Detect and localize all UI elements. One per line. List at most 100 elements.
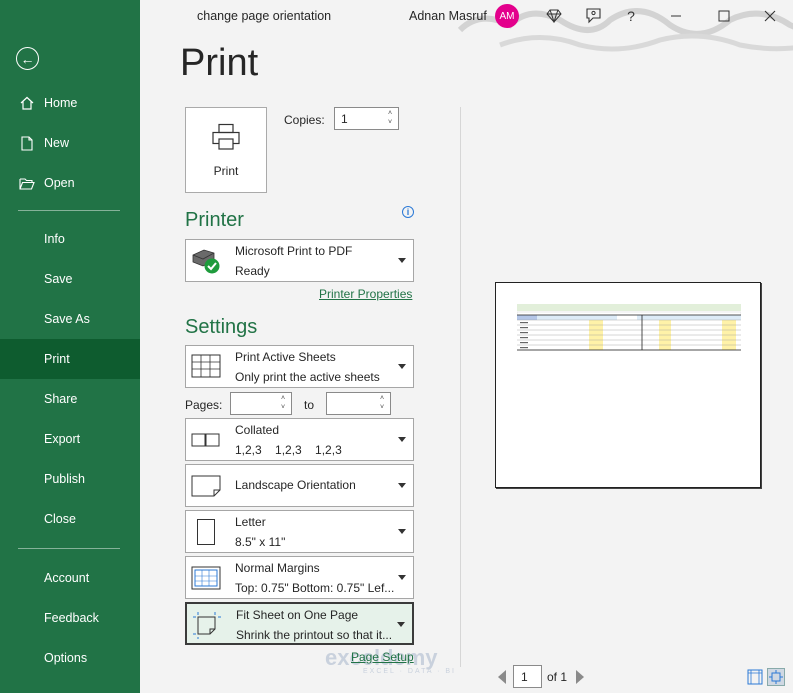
scaling-dropdown[interactable]: Fit Sheet on One Page Shrink the printou… [185,602,414,645]
next-page-icon[interactable] [576,670,584,684]
sidebar-item-label: Publish [44,472,85,486]
diamond-icon[interactable] [544,6,564,26]
sidebar-item-label: Export [44,432,81,446]
printer-heading: Printer [185,209,244,231]
copies-value: 1 [341,112,348,126]
chevron-down-icon [398,529,406,534]
print-button-label: Print [213,163,239,178]
print-button[interactable]: Print [185,107,267,193]
page-count: of 1 [547,670,568,684]
spin-arrows-icon[interactable]: ˄ ˅ [385,109,395,127]
sidebar-item-label: Save [44,272,73,286]
sidebar-divider [18,210,120,211]
sidebar-item-label: Save As [44,312,90,326]
scaling-desc: Shrink the printout so that it... [236,628,393,642]
margins-desc: Top: 0.75" Bottom: 0.75" Lef... [235,581,395,595]
orientation-label: Landscape Orientation [235,478,356,492]
watermark-tagline: EXCEL · DATA · BI [363,668,456,675]
user-name[interactable]: Adnan Masruf [409,9,487,23]
sidebar-item-share[interactable]: Share [0,379,140,419]
collation-label: Collated [235,423,280,437]
current-page-input[interactable]: 1 [513,665,542,688]
paper-size-desc: 8.5" x 11" [235,535,286,549]
preview-divider [460,107,461,667]
info-icon[interactable]: i [402,206,414,218]
page-setup-link[interactable]: Page Setup [351,650,414,664]
chevron-down-icon [397,622,405,627]
sidebar-item-label: Close [44,512,76,526]
preview-table-thumbnail [517,304,741,351]
print-what-label: Print Active Sheets [235,350,336,364]
spin-arrows-icon[interactable]: ˄ ˅ [278,394,288,412]
scaling-label: Fit Sheet on One Page [236,608,359,622]
sidebar-item-account[interactable]: Account [0,558,140,598]
maximize-icon[interactable] [714,6,734,26]
pages-to-input[interactable]: ˄ ˅ [326,392,391,415]
printer-ready-icon [190,246,222,276]
help-icon[interactable]: ? [621,6,641,26]
portrait-page-icon [190,517,222,547]
fit-sheet-icon [191,610,223,640]
close-window-icon[interactable] [760,6,780,26]
paper-size-dropdown[interactable]: Letter 8.5" x 11" [185,510,414,553]
coauthor-icon[interactable] [583,6,603,26]
paper-size-label: Letter [235,515,266,529]
minimize-icon[interactable] [666,6,686,26]
orientation-dropdown[interactable]: Landscape Orientation [185,464,414,507]
back-arrow-icon[interactable]: ← [16,47,39,70]
sidebar-item-label: Info [44,232,65,246]
folder-open-icon [0,177,44,190]
home-icon [0,96,44,110]
pages-label: Pages: [185,398,223,412]
chevron-down-icon [398,437,406,442]
sidebar-item-feedback[interactable]: Feedback [0,598,140,638]
sidebar-item-label: Account [44,571,90,585]
chevron-down-icon [398,364,406,369]
spin-arrows-icon[interactable]: ˄ ˅ [377,394,387,412]
new-doc-icon [0,135,44,151]
margins-dropdown[interactable]: Normal Margins Top: 0.75" Bottom: 0.75" … [185,556,414,599]
printer-name: Microsoft Print to PDF [235,244,353,258]
sidebar-item-label: Open [44,176,75,190]
settings-heading: Settings [185,316,258,338]
pages-to-label: to [304,398,315,412]
collation-desc: 1,2,3 1,2,3 1,2,3 [235,443,342,457]
printer-properties-link[interactable]: Printer Properties [319,287,412,301]
collation-dropdown[interactable]: Collated 1,2,3 1,2,3 1,2,3 [185,418,414,461]
copies-stepper[interactable]: 1 ˄ ˅ [334,107,399,130]
page-title: Print [180,42,259,84]
backstage-sidebar: ← Home New Open Info Save Save As Print … [0,0,140,693]
printer-dropdown[interactable]: Microsoft Print to PDF Ready [185,239,414,282]
print-preview-page [495,282,761,488]
sidebar-item-close[interactable]: Close [0,499,140,539]
sidebar-item-export[interactable]: Export [0,419,140,459]
landscape-page-icon [190,471,222,501]
copies-label: Copies: [284,113,325,127]
sidebar-item-label: New [44,136,70,150]
sidebar-item-new[interactable]: New [0,123,140,163]
sidebar-divider [18,548,120,549]
sidebar-item-open[interactable]: Open [0,163,140,203]
sidebar-item-print[interactable]: Print [0,339,140,379]
sidebar-item-save-as[interactable]: Save As [0,299,140,339]
sidebar-item-save[interactable]: Save [0,259,140,299]
document-title: change page orientation [197,9,332,23]
sidebar-item-options[interactable]: Options [0,638,140,678]
title-bar: change page orientation Adnan Masruf AM … [140,0,793,52]
show-margins-icon[interactable] [746,668,764,686]
previous-page-icon[interactable] [498,670,506,684]
pages-from-input[interactable]: ˄ ˅ [230,392,292,415]
printer-status: Ready [235,264,270,278]
sidebar-item-home[interactable]: Home [0,83,140,123]
zoom-to-page-icon[interactable] [767,668,785,686]
sheets-grid-icon [190,352,222,382]
avatar[interactable]: AM [495,4,519,28]
sidebar-item-label: Home [44,96,78,110]
chevron-down-icon [398,575,406,580]
sidebar-item-publish[interactable]: Publish [0,459,140,499]
print-what-dropdown[interactable]: Print Active Sheets Only print the activ… [185,345,414,388]
print-what-desc: Only print the active sheets [235,370,380,384]
margins-label: Normal Margins [235,561,320,575]
sidebar-item-label: Options [44,651,88,665]
sidebar-item-info[interactable]: Info [0,219,140,259]
